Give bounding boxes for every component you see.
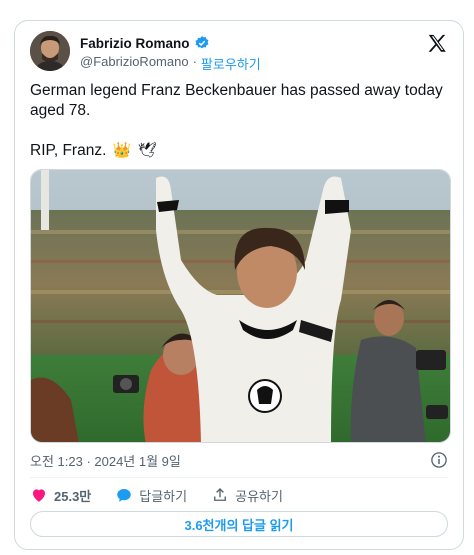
follow-link[interactable]: 팔로우하기 — [201, 54, 261, 73]
reply-bubble-icon — [117, 489, 132, 502]
x-logo[interactable] — [426, 33, 448, 55]
tweet-header: Fabrizio Romano @FabrizioRomano · 팔로우하기 — [30, 31, 448, 73]
author-avatar[interactable] — [30, 31, 70, 71]
tweet-meta: 오전 1:23 · 2024년 1월 9일 — [30, 451, 448, 471]
photo-image — [31, 170, 450, 442]
crown-icon: 👑 — [112, 142, 132, 159]
like-count: 25.3만 — [54, 488, 92, 504]
tweet-timestamp[interactable]: 오전 1:23 · 2024년 1월 9일 — [30, 454, 181, 469]
reply-label: 답글하기 — [139, 488, 188, 504]
handle-separator: · — [192, 54, 197, 69]
tweet-text-line: RIP, Franz. 👑 🕊 — [30, 141, 450, 161]
read-replies-button[interactable]: 3.6천개의 답글 읽기 — [30, 511, 448, 537]
tweet-photo[interactable] — [30, 169, 451, 443]
tweet-card: Fabrizio Romano @FabrizioRomano · 팔로우하기 … — [14, 20, 464, 550]
reply-button[interactable]: 답글하기 — [115, 486, 187, 505]
tweet-text-rip: RIP, Franz. — [30, 142, 107, 159]
share-button[interactable]: 공유하기 — [211, 486, 283, 505]
verified-badge-icon — [195, 36, 208, 49]
tweet-text: German legend Franz Beckenbauer has pass… — [30, 81, 450, 181]
author-name-row: Fabrizio Romano — [80, 35, 210, 51]
tweet-text-line: German legend Franz Beckenbauer has pass… — [30, 82, 443, 119]
share-label: 공유하기 — [235, 488, 283, 504]
info-icon[interactable] — [430, 451, 448, 469]
tweet-actions: 25.3만 답글하기 공유하기 — [30, 483, 448, 507]
like-button[interactable]: 25.3만 — [30, 486, 91, 505]
divider — [30, 477, 448, 478]
author-handle-row: @FabrizioRomano · 팔로우하기 — [80, 54, 261, 73]
heart-icon — [33, 489, 45, 502]
author-display-name[interactable]: Fabrizio Romano — [80, 36, 190, 51]
author-handle[interactable]: @FabrizioRomano — [80, 54, 189, 73]
dove-icon: 🕊 — [137, 142, 157, 159]
share-icon — [214, 488, 227, 501]
